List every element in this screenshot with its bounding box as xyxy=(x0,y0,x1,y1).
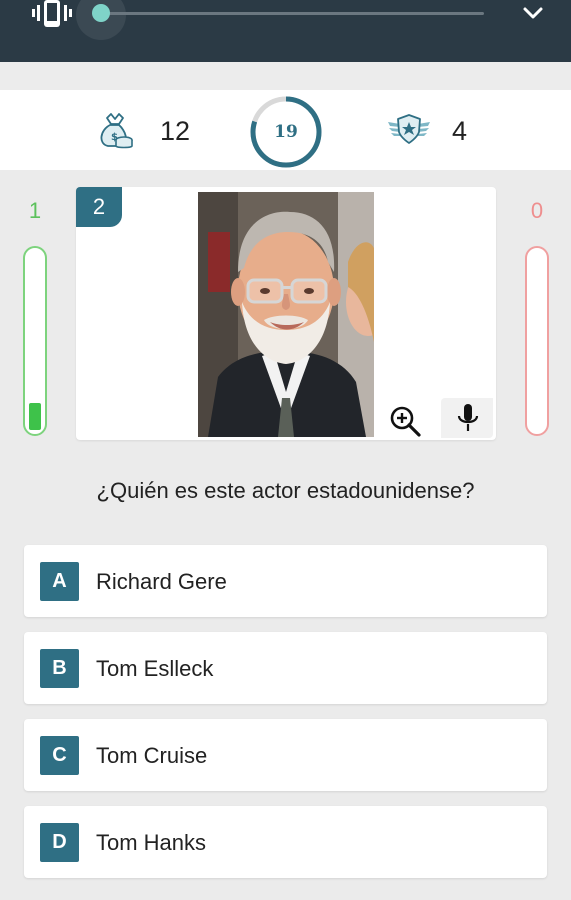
answer-option-d[interactable]: D Tom Hanks xyxy=(24,806,547,878)
timer-seconds: 19 xyxy=(274,122,298,142)
answer-label: Tom Eslleck xyxy=(96,656,214,681)
answer-label: Richard Gere xyxy=(96,569,227,594)
volume-slider[interactable] xyxy=(98,12,484,15)
wrong-progress-bar xyxy=(525,246,549,436)
winged-shield-icon xyxy=(388,114,430,144)
answer-letter: C xyxy=(40,736,79,775)
stats-bar: $ 12 19 4 xyxy=(0,90,571,170)
answer-letter: B xyxy=(40,649,79,688)
zoom-in-icon[interactable] xyxy=(388,404,422,438)
correct-progress-bar xyxy=(23,246,47,436)
answer-letter: A xyxy=(40,562,79,601)
top-bar-spacer xyxy=(0,62,571,90)
money-bag-icon: $ xyxy=(100,113,133,149)
answer-option-c[interactable]: C Tom Cruise xyxy=(24,719,547,791)
coins-count: 12 xyxy=(160,116,191,146)
chevron-down-icon[interactable] xyxy=(520,3,546,23)
answer-option-a[interactable]: A Richard Gere xyxy=(24,545,547,617)
correct-progress-fill xyxy=(29,403,41,430)
answer-option-b[interactable]: B Tom Eslleck xyxy=(24,632,547,704)
answer-letter: D xyxy=(40,823,79,862)
question-text: ¿Quién es este actor estadounidense? xyxy=(96,478,475,503)
correct-score: 1 xyxy=(28,198,42,223)
top-bar xyxy=(0,0,571,62)
question-number-badge: 2 xyxy=(76,187,122,227)
actor-portrait[interactable] xyxy=(198,192,374,437)
badges-count: 4 xyxy=(452,116,468,146)
wrong-score: 0 xyxy=(530,198,544,223)
answer-label: Tom Hanks xyxy=(96,830,207,855)
microphone-icon[interactable] xyxy=(455,402,481,434)
svg-text:$: $ xyxy=(111,132,118,143)
volume-slider-thumb[interactable] xyxy=(92,4,110,22)
answer-label: Tom Cruise xyxy=(96,743,208,768)
vibrate-icon[interactable] xyxy=(30,0,74,30)
